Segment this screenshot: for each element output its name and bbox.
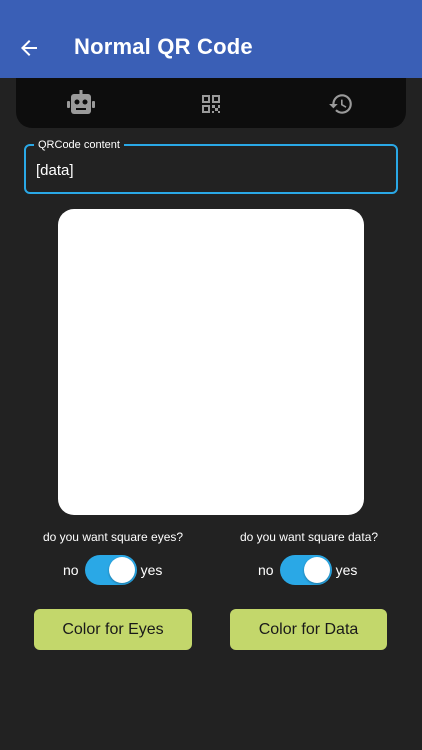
color-for-eyes-button[interactable]: Color for Eyes	[34, 609, 192, 650]
arrow-left-icon	[21, 40, 37, 56]
color-for-data-button[interactable]: Color for Data	[230, 609, 387, 650]
back-button[interactable]	[14, 33, 44, 63]
square-eyes-switch[interactable]	[84, 555, 137, 585]
tab-history[interactable]	[326, 90, 356, 118]
square-data-toggle-row: no yes	[258, 554, 357, 586]
square-eyes-yes-label: yes	[140, 562, 163, 578]
qrcode-content-input[interactable]	[36, 158, 386, 182]
square-eyes-toggle-row: no yes	[63, 554, 162, 586]
page-title: Normal QR Code	[74, 34, 253, 59]
square-eyes-no-label: no	[63, 562, 79, 578]
switch-knob	[303, 557, 330, 583]
square-eyes-question: do you want square eyes?	[42, 530, 184, 544]
app-bar: Normal QR Code	[0, 0, 422, 78]
qr-code-preview	[58, 209, 364, 515]
square-data-switch[interactable]	[279, 555, 332, 585]
switch-knob	[108, 557, 135, 583]
tab-qr-code[interactable]	[196, 90, 226, 118]
qrcode-content-label: QRCode content	[34, 138, 124, 152]
qr-code-icon	[202, 95, 220, 113]
square-data-yes-label: yes	[335, 562, 358, 578]
robot-icon	[67, 90, 95, 114]
square-data-no-label: no	[258, 562, 274, 578]
square-data-question: do you want square data?	[239, 530, 379, 544]
tab-bar	[16, 78, 406, 128]
qrcode-content-field: QRCode content	[24, 138, 398, 194]
history-icon	[329, 94, 352, 114]
tab-robot[interactable]	[66, 90, 96, 118]
